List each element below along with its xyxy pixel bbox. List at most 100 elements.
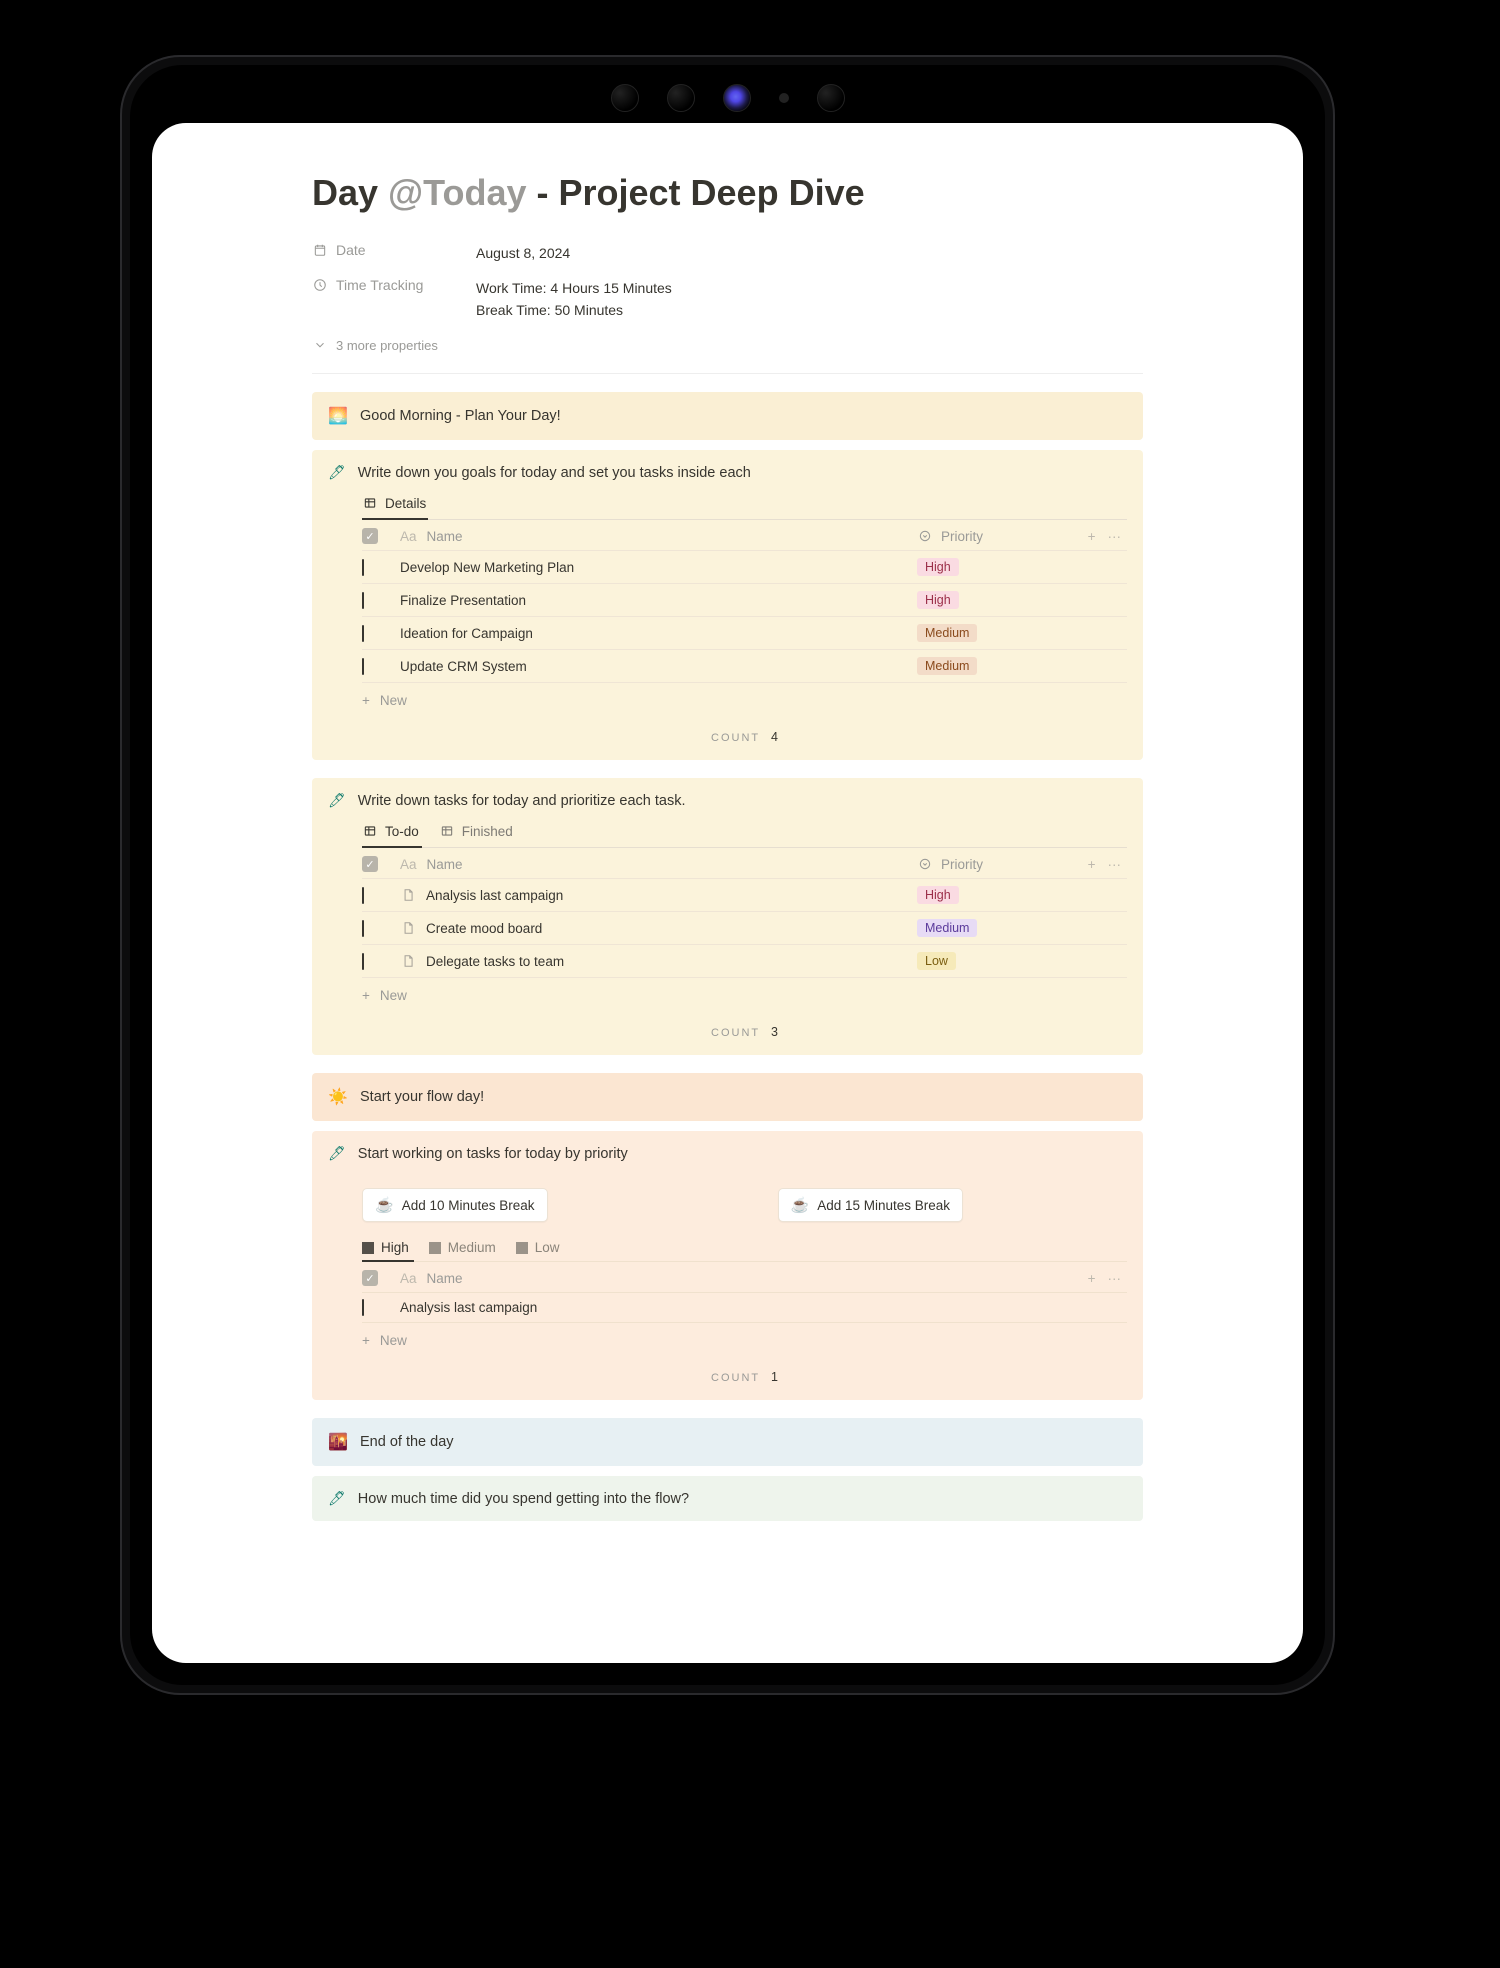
row-name[interactable]: Update CRM System <box>400 659 917 674</box>
tasks-count: COUNT 3 <box>362 1013 1127 1041</box>
goals-count: COUNT 4 <box>362 718 1127 746</box>
table-row[interactable]: Develop New Marketing PlanHigh <box>362 550 1127 583</box>
priority-tag[interactable]: High <box>917 558 959 576</box>
more-properties-toggle[interactable]: 3 more properties <box>312 327 1143 369</box>
filter-medium[interactable]: Medium <box>429 1240 496 1255</box>
btn10-label: Add 10 Minutes Break <box>402 1198 535 1213</box>
row-name[interactable]: Delegate tasks to team <box>400 953 917 969</box>
divider <box>312 373 1143 374</box>
checkbox[interactable] <box>362 887 364 904</box>
sensor-1 <box>611 84 639 112</box>
flow-new-row[interactable]: + New <box>362 1322 1127 1358</box>
page-icon <box>400 953 416 969</box>
tasks-table: ✓ Aa Name Priority <box>362 848 1127 1013</box>
square-icon <box>429 1242 441 1254</box>
property-time-label: Time Tracking <box>336 277 423 293</box>
checkbox[interactable] <box>362 658 364 675</box>
view-todo[interactable]: To-do <box>362 823 419 841</box>
table-row[interactable]: Analysis last campaign <box>362 1292 1127 1322</box>
work-time-line: Work Time: 4 Hours 15 Minutes <box>476 277 672 299</box>
sun-icon: ☀️ <box>328 1087 348 1107</box>
tablet-frame: Day @Today - Project Deep Dive Date Augu <box>120 55 1335 1695</box>
row-name[interactable]: Develop New Marketing Plan <box>400 560 917 575</box>
title-mention[interactable]: @Today <box>388 172 526 213</box>
clock-icon <box>312 277 328 293</box>
goals-prompt: Write down you goals for today and set y… <box>358 465 751 481</box>
sensor-bar <box>611 84 845 112</box>
count-label: COUNT <box>711 1027 760 1039</box>
view-finished[interactable]: Finished <box>439 823 513 841</box>
row-name[interactable]: Ideation for Campaign <box>400 626 917 641</box>
checkbox[interactable] <box>362 1299 364 1316</box>
flow-prompt: Start working on tasks for today by prio… <box>358 1146 628 1162</box>
priority-tag[interactable]: Medium <box>917 624 977 642</box>
priority-tag[interactable]: Medium <box>917 657 977 675</box>
banner-start-flow: ☀️ Start your flow day! <box>312 1073 1143 1121</box>
view-details[interactable]: Details <box>362 495 426 513</box>
select-icon <box>917 856 933 872</box>
column-menu-button[interactable]: ··· <box>1108 529 1122 544</box>
priority-tag[interactable]: Medium <box>917 919 977 937</box>
select-icon <box>917 528 933 544</box>
add-column-button[interactable]: + <box>1088 529 1096 544</box>
table-row[interactable]: Finalize PresentationHigh <box>362 583 1127 616</box>
goals-new-row[interactable]: + New <box>362 682 1127 718</box>
table-row[interactable]: Ideation for CampaignMedium <box>362 616 1127 649</box>
priority-tag[interactable]: High <box>917 591 959 609</box>
pencil-icon: 🖊 <box>328 464 346 481</box>
calendar-icon <box>312 242 328 258</box>
row-name[interactable]: Analysis last campaign <box>400 1300 1067 1315</box>
name-column-prefix: Aa <box>400 857 417 872</box>
table-row[interactable]: Update CRM SystemMedium <box>362 649 1127 682</box>
add-column-button[interactable]: + <box>1088 1271 1096 1286</box>
more-properties-label: 3 more properties <box>336 338 438 353</box>
row-name[interactable]: Create mood board <box>400 920 917 936</box>
row-name[interactable]: Analysis last campaign <box>400 887 917 903</box>
plus-icon: + <box>362 988 370 1003</box>
card-flow: 🖊 Start working on tasks for today by pr… <box>312 1131 1143 1400</box>
property-date-value[interactable]: August 8, 2024 <box>476 242 570 264</box>
banner-good-morning-text: Good Morning - Plan Your Day! <box>360 408 561 424</box>
table-row[interactable]: Analysis last campaignHigh <box>362 878 1127 911</box>
row-name[interactable]: Finalize Presentation <box>400 593 917 608</box>
table-icon <box>362 823 378 839</box>
filter-high[interactable]: High <box>362 1240 409 1255</box>
count-label: COUNT <box>711 1372 760 1384</box>
tablet-bezel: Day @Today - Project Deep Dive Date Augu <box>130 65 1325 1685</box>
plus-icon: + <box>362 1333 370 1348</box>
sensor-3 <box>817 84 845 112</box>
page-title[interactable]: Day @Today - Project Deep Dive <box>312 171 1143 214</box>
checkbox[interactable] <box>362 592 364 609</box>
view-finished-label: Finished <box>462 824 513 839</box>
filter-low-label: Low <box>535 1240 560 1255</box>
checkbox[interactable] <box>362 559 364 576</box>
priority-tag[interactable]: Low <box>917 952 956 970</box>
property-time-tracking[interactable]: Time Tracking Work Time: 4 Hours 15 Minu… <box>312 271 1143 328</box>
add-10-min-break-button[interactable]: ☕ Add 10 Minutes Break <box>362 1188 548 1222</box>
table-row[interactable]: Delegate tasks to teamLow <box>362 944 1127 977</box>
banner-end-of-day: 🌇 End of the day <box>312 1418 1143 1466</box>
checkbox[interactable] <box>362 953 364 970</box>
property-date[interactable]: Date August 8, 2024 <box>312 236 1143 270</box>
column-menu-button[interactable]: ··· <box>1108 857 1122 872</box>
priority-tag[interactable]: High <box>917 886 959 904</box>
checkbox[interactable] <box>362 625 364 642</box>
add-column-button[interactable]: + <box>1088 857 1096 872</box>
name-column-label: Name <box>427 857 463 872</box>
sensor-2 <box>667 84 695 112</box>
filter-low[interactable]: Low <box>516 1240 560 1255</box>
coffee-icon: ☕ <box>791 1196 810 1214</box>
name-column-prefix: Aa <box>400 1271 417 1286</box>
column-menu-button[interactable]: ··· <box>1108 1271 1122 1286</box>
table-row[interactable]: Create mood boardMedium <box>362 911 1127 944</box>
new-label: New <box>380 1333 407 1348</box>
page-icon <box>400 887 416 903</box>
checkbox-column-icon: ✓ <box>362 528 378 544</box>
tasks-new-row[interactable]: + New <box>362 977 1127 1013</box>
table-icon <box>439 823 455 839</box>
checkbox[interactable] <box>362 920 364 937</box>
table-icon <box>362 495 378 511</box>
goals-table: ✓ Aa Name Priority <box>362 520 1127 718</box>
page-properties: Date August 8, 2024 Time Tracking <box>312 236 1143 369</box>
add-15-min-break-button[interactable]: ☕ Add 15 Minutes Break <box>778 1188 964 1222</box>
